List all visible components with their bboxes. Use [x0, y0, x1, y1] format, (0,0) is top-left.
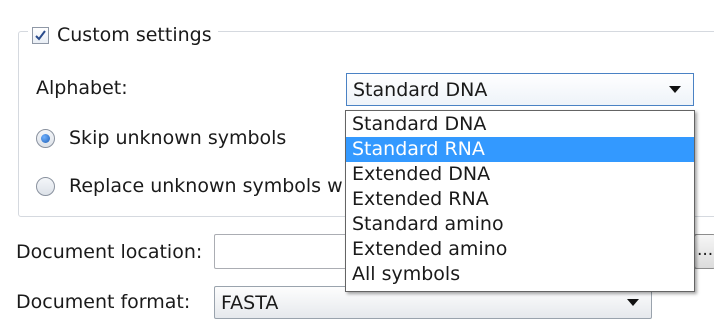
checkmark-icon [35, 29, 46, 41]
chevron-down-icon [669, 86, 681, 93]
chevron-down-icon [627, 299, 639, 306]
alphabet-combobox[interactable]: Standard DNA [346, 73, 694, 106]
replace-unknown-radio[interactable] [36, 176, 55, 196]
custom-settings-header[interactable]: Custom settings [28, 20, 218, 50]
alphabet-selected-value: Standard DNA [353, 78, 488, 101]
custom-settings-label: Custom settings [57, 24, 212, 46]
alphabet-option[interactable]: Extended DNA [346, 162, 694, 187]
document-format-selected-value: FASTA [221, 291, 279, 314]
alphabet-option[interactable]: Extended amino [346, 237, 694, 262]
skip-unknown-option[interactable]: Skip unknown symbols [36, 126, 286, 150]
alphabet-label: Alphabet: [36, 77, 128, 99]
skip-unknown-radio[interactable] [36, 128, 55, 148]
replace-unknown-option[interactable]: Replace unknown symbols w [36, 174, 343, 198]
skip-unknown-label: Skip unknown symbols [69, 127, 287, 149]
alphabet-option[interactable]: Standard DNA [346, 112, 694, 137]
custom-settings-checkbox[interactable] [32, 26, 49, 44]
alphabet-option[interactable]: Extended RNA [346, 187, 694, 212]
browse-button[interactable]: ... [694, 234, 714, 269]
import-settings-panel: Custom settings Alphabet: Standard DNA S… [0, 0, 714, 329]
alphabet-dropdown-list: Standard DNA Standard RNA Extended DNA E… [345, 110, 695, 292]
alphabet-option[interactable]: Standard amino [346, 212, 694, 237]
document-format-label: Document format: [16, 291, 191, 313]
replace-unknown-label: Replace unknown symbols w [69, 175, 343, 197]
alphabet-option[interactable]: Standard RNA [346, 137, 694, 162]
alphabet-option[interactable]: All symbols [346, 262, 694, 287]
document-location-label: Document location: [16, 241, 203, 263]
